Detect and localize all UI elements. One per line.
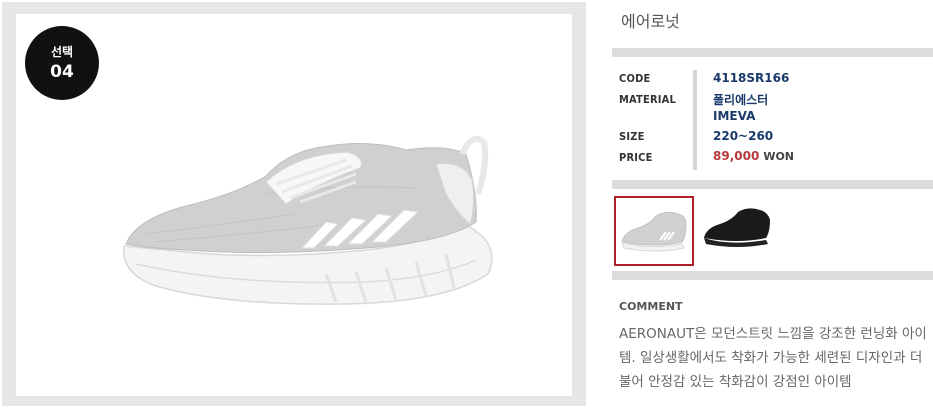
divider-bar <box>612 180 933 189</box>
thumbnail-black[interactable] <box>698 196 776 264</box>
sneaker-white-image <box>123 136 493 305</box>
thumbnail-white[interactable] <box>614 196 694 266</box>
thumbnail-black-image <box>704 208 770 247</box>
divider-bar <box>612 271 933 280</box>
comment-text: AERONAUT은 모던스트릿 느낌을 강조한 런닝화 아이템. 일상생활에서도… <box>619 326 927 390</box>
material-label: MATERIAL <box>619 93 677 106</box>
divider-bar <box>612 48 933 57</box>
code-label: CODE <box>619 72 651 85</box>
size-label: SIZE <box>619 130 645 143</box>
badge-number: 04 <box>50 62 74 82</box>
material-value-1: 폴리에스터 <box>713 93 769 107</box>
price-row: 89,000 WON <box>713 149 794 163</box>
currency-label: WON <box>763 150 795 163</box>
material-value-2: IMEVA <box>713 109 756 123</box>
selection-badge: 선택 04 <box>25 26 99 100</box>
price-value: 89,000 <box>713 149 760 163</box>
comment-title: COMMENT <box>619 300 683 313</box>
product-image-area <box>16 14 572 396</box>
badge-label: 선택 <box>50 45 74 59</box>
product-image-frame: 선택 04 <box>2 2 586 406</box>
spec-divider <box>693 70 697 170</box>
price-label: PRICE <box>619 151 653 164</box>
size-value: 220~260 <box>713 129 774 143</box>
code-value: 4118SR166 <box>713 71 790 85</box>
thumbnail-white-image <box>621 211 687 252</box>
product-title: 에어로넛 <box>621 12 680 31</box>
